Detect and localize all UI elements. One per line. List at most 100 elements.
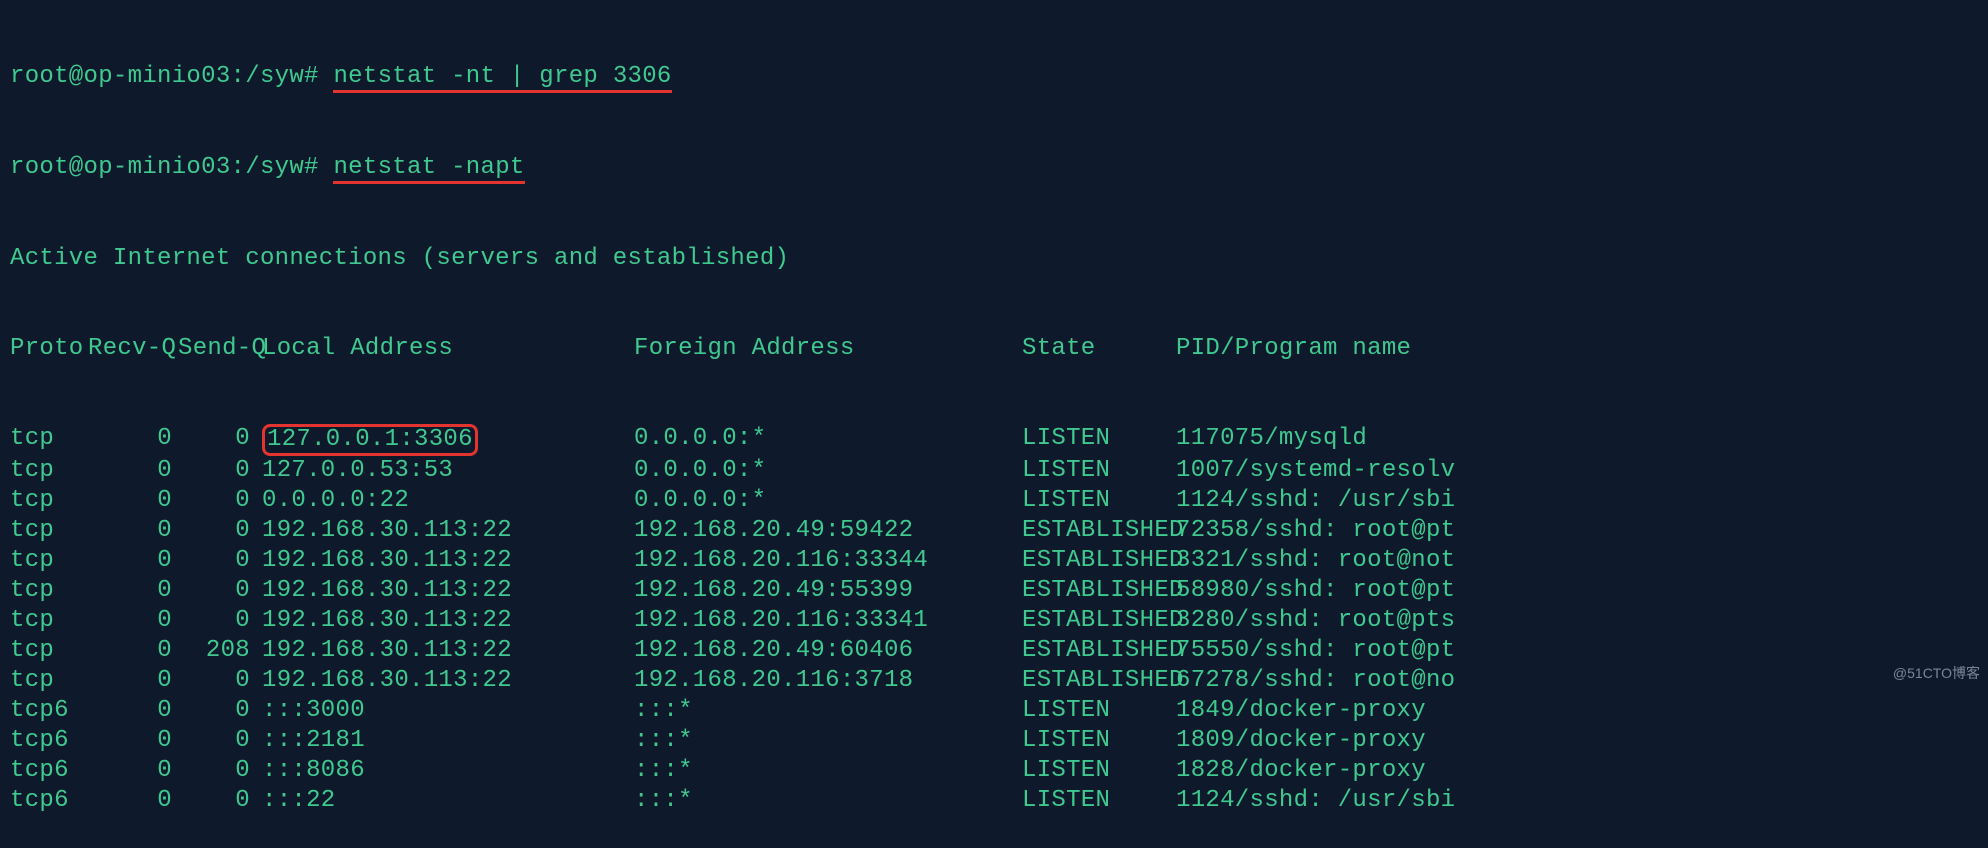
cell-proto: tcp bbox=[10, 636, 88, 666]
prompt-path: :/syw# bbox=[231, 154, 319, 181]
header-proto: Proto bbox=[10, 334, 88, 364]
header-pid: PID/Program name bbox=[1176, 334, 1978, 364]
cell-state: LISTEN bbox=[1022, 756, 1176, 786]
cell-proto: tcp6 bbox=[10, 726, 88, 756]
table-row: tcp00127.0.0.53:530.0.0.0:*LISTEN1007/sy… bbox=[10, 456, 1978, 486]
cell-pid: 1007/systemd-resolv bbox=[1176, 456, 1978, 486]
cell-local: 127.0.0.1:3306 bbox=[256, 424, 634, 456]
cell-local: :::2181 bbox=[256, 726, 634, 756]
cell-state: LISTEN bbox=[1022, 786, 1176, 816]
cell-sendq: 0 bbox=[178, 546, 256, 576]
cell-local: :::3000 bbox=[256, 696, 634, 726]
cell-local: :::8086 bbox=[256, 756, 634, 786]
cell-pid: 1809/docker-proxy bbox=[1176, 726, 1978, 756]
prompt-line-2: root@op-minio03:/syw# netstat -napt bbox=[10, 153, 1978, 184]
cell-state: LISTEN bbox=[1022, 456, 1176, 486]
cell-state: ESTABLISHED bbox=[1022, 546, 1176, 576]
table-row: tcp600:::3000:::*LISTEN1849/docker-proxy bbox=[10, 696, 1978, 726]
cell-recvq: 0 bbox=[88, 636, 178, 666]
cell-recvq: 0 bbox=[88, 546, 178, 576]
cell-local: :::22 bbox=[256, 786, 634, 816]
cell-recvq: 0 bbox=[88, 456, 178, 486]
cell-local: 192.168.30.113:22 bbox=[256, 546, 634, 576]
header-local: Local Address bbox=[256, 334, 634, 364]
table-row: tcp00192.168.30.113:22192.168.20.116:333… bbox=[10, 606, 1978, 636]
cell-pid: 117075/mysqld bbox=[1176, 424, 1978, 456]
cell-local: 192.168.30.113:22 bbox=[256, 516, 634, 546]
cell-pid: 1124/sshd: /usr/sbi bbox=[1176, 486, 1978, 516]
cell-recvq: 0 bbox=[88, 606, 178, 636]
cell-sendq: 0 bbox=[178, 756, 256, 786]
cell-pid: 75550/sshd: root@pt bbox=[1176, 636, 1978, 666]
cell-sendq: 0 bbox=[178, 786, 256, 816]
cell-sendq: 0 bbox=[178, 696, 256, 726]
cell-local: 192.168.30.113:22 bbox=[256, 606, 634, 636]
connections-title: Active Internet connections (servers and… bbox=[10, 244, 1978, 274]
cell-foreign: :::* bbox=[634, 786, 1022, 816]
prompt-path: :/syw# bbox=[231, 63, 319, 90]
prompt-user: root@op-minio03 bbox=[10, 154, 231, 181]
command-2: netstat -napt bbox=[333, 155, 524, 184]
cell-pid: 3280/sshd: root@pts bbox=[1176, 606, 1978, 636]
cell-foreign: 0.0.0.0:* bbox=[634, 424, 1022, 456]
cell-pid: 58980/sshd: root@pt bbox=[1176, 576, 1978, 606]
cell-sendq: 0 bbox=[178, 424, 256, 456]
cell-pid: 1849/docker-proxy bbox=[1176, 696, 1978, 726]
table-row: tcp00192.168.30.113:22192.168.20.49:5942… bbox=[10, 516, 1978, 546]
cell-sendq: 0 bbox=[178, 516, 256, 546]
cell-pid: 1828/docker-proxy bbox=[1176, 756, 1978, 786]
cell-foreign: 192.168.20.116:33341 bbox=[634, 606, 1022, 636]
table-row: tcp600:::8086:::*LISTEN1828/docker-proxy bbox=[10, 756, 1978, 786]
cell-state: ESTABLISHED bbox=[1022, 636, 1176, 666]
cell-pid: 72358/sshd: root@pt bbox=[1176, 516, 1978, 546]
cell-sendq: 0 bbox=[178, 576, 256, 606]
table-row: tcp000.0.0.0:220.0.0.0:*LISTEN1124/sshd:… bbox=[10, 486, 1978, 516]
cell-proto: tcp6 bbox=[10, 696, 88, 726]
cell-foreign: 0.0.0.0:* bbox=[634, 486, 1022, 516]
table-row: tcp600:::22:::*LISTEN1124/sshd: /usr/sbi bbox=[10, 786, 1978, 816]
header-recvq: Recv-Q bbox=[88, 334, 178, 364]
cell-foreign: :::* bbox=[634, 696, 1022, 726]
cell-sendq: 208 bbox=[178, 636, 256, 666]
cell-sendq: 0 bbox=[178, 606, 256, 636]
header-sendq: Send-Q bbox=[178, 334, 256, 364]
cell-proto: tcp bbox=[10, 456, 88, 486]
cell-foreign: 192.168.20.49:60406 bbox=[634, 636, 1022, 666]
cell-recvq: 0 bbox=[88, 486, 178, 516]
cell-proto: tcp6 bbox=[10, 756, 88, 786]
cell-recvq: 0 bbox=[88, 756, 178, 786]
cell-foreign: :::* bbox=[634, 756, 1022, 786]
cell-sendq: 0 bbox=[178, 486, 256, 516]
cell-proto: tcp bbox=[10, 486, 88, 516]
terminal-output[interactable]: root@op-minio03:/syw# netstat -nt | grep… bbox=[0, 0, 1988, 848]
table-row: tcp00192.168.30.113:22192.168.20.116:333… bbox=[10, 546, 1978, 576]
cell-local: 0.0.0.0:22 bbox=[256, 486, 634, 516]
command-1: netstat -nt | grep 3306 bbox=[333, 64, 671, 93]
prompt-line-1: root@op-minio03:/syw# netstat -nt | grep… bbox=[10, 62, 1978, 93]
cell-recvq: 0 bbox=[88, 726, 178, 756]
cell-proto: tcp bbox=[10, 576, 88, 606]
watermark: @51CTO博客 bbox=[1893, 658, 1980, 688]
cell-state: LISTEN bbox=[1022, 486, 1176, 516]
cell-proto: tcp6 bbox=[10, 786, 88, 816]
table-row: tcp00192.168.30.113:22192.168.20.49:5539… bbox=[10, 576, 1978, 606]
cell-state: LISTEN bbox=[1022, 726, 1176, 756]
prompt-user: root@op-minio03 bbox=[10, 63, 231, 90]
table-row: tcp600:::2181:::*LISTEN1809/docker-proxy bbox=[10, 726, 1978, 756]
cell-recvq: 0 bbox=[88, 516, 178, 546]
cell-recvq: 0 bbox=[88, 576, 178, 606]
table-header: Proto Recv-Q Send-Q Local Address Foreig… bbox=[10, 334, 1978, 364]
header-state: State bbox=[1022, 334, 1176, 364]
table-row: tcp0208192.168.30.113:22192.168.20.49:60… bbox=[10, 636, 1978, 666]
cell-state: ESTABLISHED bbox=[1022, 606, 1176, 636]
cell-foreign: 192.168.20.49:59422 bbox=[634, 516, 1022, 546]
cell-sendq: 0 bbox=[178, 726, 256, 756]
cell-foreign: 192.168.20.49:55399 bbox=[634, 576, 1022, 606]
table-row: tcp00127.0.0.1:33060.0.0.0:*LISTEN117075… bbox=[10, 424, 1978, 456]
cell-state: LISTEN bbox=[1022, 696, 1176, 726]
cell-pid: 3321/sshd: root@not bbox=[1176, 546, 1978, 576]
cell-proto: tcp bbox=[10, 424, 88, 456]
cell-recvq: 0 bbox=[88, 696, 178, 726]
cell-recvq: 0 bbox=[88, 786, 178, 816]
cell-local: 127.0.0.53:53 bbox=[256, 456, 634, 486]
